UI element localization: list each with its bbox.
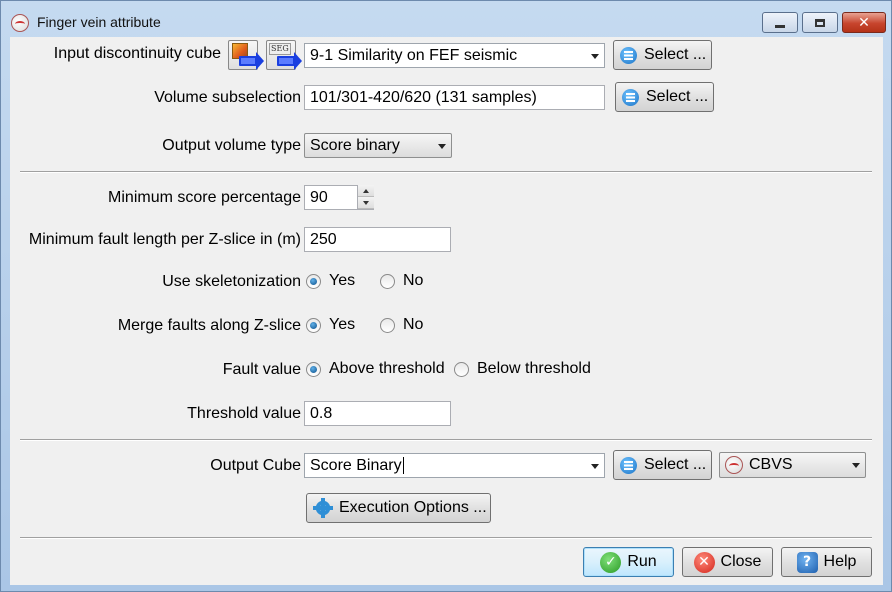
run-button[interactable]: ✓ Run <box>583 547 674 577</box>
separator <box>20 537 872 539</box>
radio-label: Yes <box>329 272 356 289</box>
input-cube-combo[interactable]: 9-1 Similarity on FEF seismic <box>304 43 605 68</box>
chevron-down-icon <box>591 54 599 59</box>
text-cursor <box>402 457 404 475</box>
threshold-label: Threshold value <box>187 405 301 422</box>
skeletonization-yes-radio[interactable]: Yes <box>306 269 355 293</box>
window-title: Finger vein attribute <box>37 14 161 30</box>
output-format-select[interactable]: CBVS <box>719 452 866 478</box>
radio-label: No <box>403 272 424 289</box>
chevron-down-icon <box>591 464 599 469</box>
gear-icon <box>313 498 333 518</box>
separator <box>20 439 872 441</box>
spin-up-button[interactable] <box>358 185 374 197</box>
merge-faults-yes-radio[interactable]: Yes <box>306 313 355 337</box>
output-cube-value: Score Binary <box>310 457 402 474</box>
restore-icon <box>815 18 825 27</box>
chevron-down-icon <box>363 200 369 205</box>
segy-icon: SEG <box>269 43 291 55</box>
merge-faults-no-radio[interactable]: No <box>380 313 423 337</box>
chevron-up-icon <box>363 188 369 193</box>
volume-subselection-select-button[interactable]: Select ... <box>615 82 714 112</box>
app-logo-icon <box>11 14 29 32</box>
chevron-down-icon <box>852 463 860 468</box>
input-cube-value: 9-1 Similarity on FEF seismic <box>310 47 518 64</box>
import-cube-button[interactable] <box>228 40 264 70</box>
restore-button[interactable] <box>802 12 838 33</box>
volume-subselection-field[interactable]: 101/301-420/620 (131 samples) <box>304 85 605 110</box>
radio-unselected-icon <box>380 273 395 289</box>
fault-value-above-radio[interactable]: Above threshold <box>306 357 445 381</box>
select-button-label: Select ... <box>644 46 707 63</box>
close-button[interactable]: ✕ Close <box>682 547 773 577</box>
volume-subselection-label: Volume subselection <box>154 89 301 106</box>
list-icon <box>620 46 637 64</box>
select-button-label: Select ... <box>646 88 709 105</box>
skeletonization-label: Use skeletonization <box>162 273 301 290</box>
import-segy-button[interactable]: SEG <box>266 40 302 70</box>
list-icon <box>622 88 639 106</box>
help-label: Help <box>823 553 857 570</box>
merge-faults-label: Merge faults along Z-slice <box>117 317 301 334</box>
window-close-button[interactable]: ✕ <box>842 12 886 33</box>
dialog-window: Finger vein attribute ✕ Input discontinu… <box>0 0 892 592</box>
threshold-field[interactable]: 0.8 <box>304 401 451 426</box>
list-icon <box>620 456 637 474</box>
radio-label: Yes <box>329 316 356 333</box>
min-score-label: Minimum score percentage <box>108 189 301 206</box>
help-button[interactable]: ? Help <box>781 547 872 577</box>
title-bar[interactable]: Finger vein attribute ✕ <box>1 1 891 37</box>
output-format-value: CBVS <box>749 456 793 474</box>
separator <box>20 171 872 173</box>
arrow-right-icon <box>277 52 302 70</box>
checkmark-icon: ✓ <box>600 551 622 573</box>
output-cube-combo[interactable]: Score Binary <box>304 453 605 478</box>
radio-unselected-icon <box>454 361 469 377</box>
radio-selected-icon <box>306 273 321 289</box>
radio-selected-icon <box>306 317 321 333</box>
run-label: Run <box>627 553 657 570</box>
minimize-icon <box>775 24 785 28</box>
dialog-body: Input discontinuity cube SEG 9-1 Similar… <box>10 37 883 585</box>
radio-unselected-icon <box>380 317 395 333</box>
skeletonization-no-radio[interactable]: No <box>380 269 423 293</box>
input-cube-label: Input discontinuity cube <box>53 45 221 62</box>
close-x-icon: ✕ <box>693 551 715 573</box>
radio-selected-icon <box>306 361 321 377</box>
execution-options-label: Execution Options ... <box>339 499 487 516</box>
spin-down-button[interactable] <box>358 197 374 209</box>
min-score-value: 90 <box>310 189 328 206</box>
fault-value-label: Fault value <box>222 361 301 378</box>
arrow-right-icon <box>239 52 264 70</box>
radio-label: Below threshold <box>477 360 591 377</box>
output-cube-label: Output Cube <box>210 457 301 474</box>
radio-label: Above threshold <box>329 360 445 377</box>
help-icon: ? <box>796 551 818 573</box>
output-volume-type-value: Score binary <box>310 137 400 154</box>
execution-options-button[interactable]: Execution Options ... <box>306 493 491 523</box>
radio-label: No <box>403 316 424 333</box>
output-cube-select-button[interactable]: Select ... <box>613 450 712 480</box>
close-label: Close <box>720 553 762 570</box>
chevron-down-icon <box>438 144 446 149</box>
output-volume-type-select[interactable]: Score binary <box>304 133 452 158</box>
select-button-label: Select ... <box>644 456 707 473</box>
cbvs-format-icon <box>725 456 743 474</box>
input-cube-select-button[interactable]: Select ... <box>613 40 712 70</box>
min-fault-length-field[interactable]: 250 <box>304 227 451 252</box>
fault-value-below-radio[interactable]: Below threshold <box>454 357 591 381</box>
min-fault-length-label: Minimum fault length per Z-slice in (m) <box>28 231 301 248</box>
min-score-spinner[interactable] <box>357 185 374 210</box>
close-icon: ✕ <box>858 14 870 31</box>
minimize-button[interactable] <box>762 12 798 33</box>
output-volume-type-label: Output volume type <box>162 137 301 154</box>
